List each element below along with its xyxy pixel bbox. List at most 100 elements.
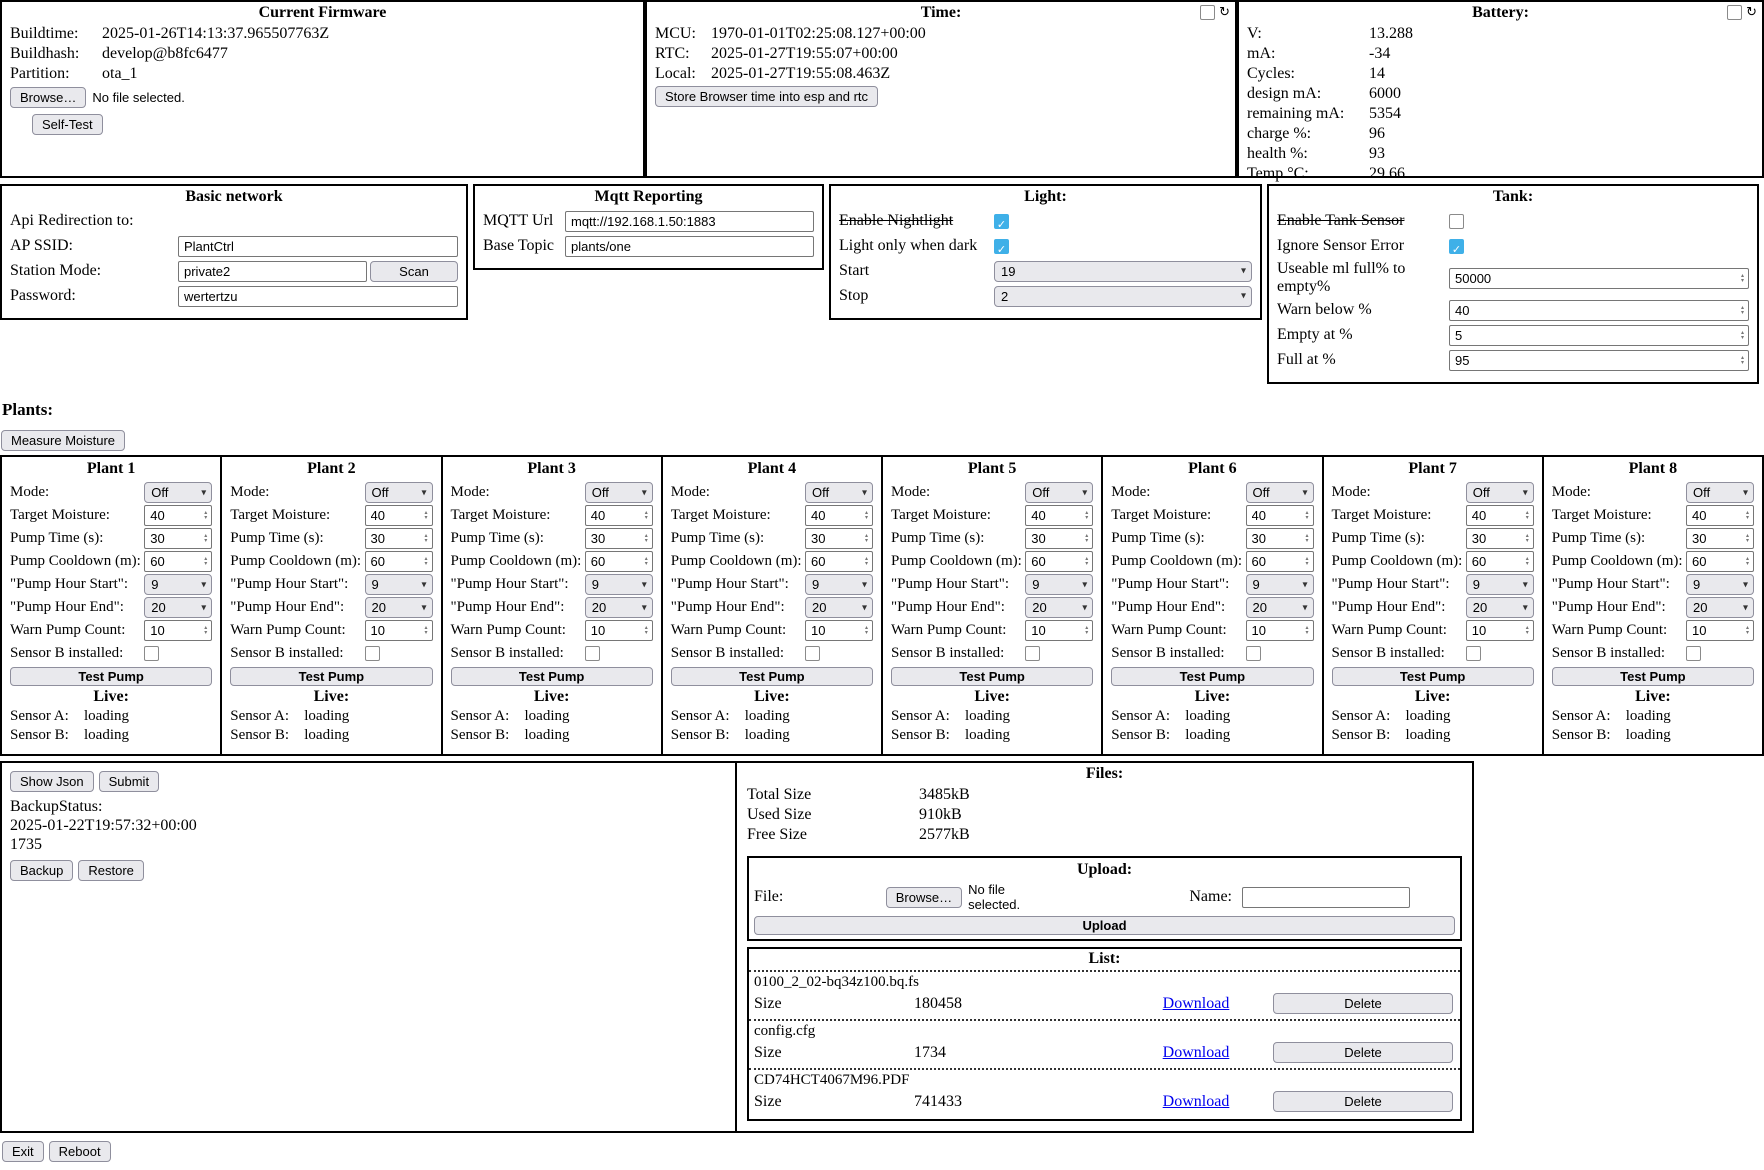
useable-ml-input[interactable] bbox=[1449, 268, 1749, 289]
download-link[interactable]: Download bbox=[1163, 1093, 1230, 1110]
sensor-b-installed-checkbox[interactable] bbox=[1025, 646, 1040, 661]
sensor-b-installed-checkbox[interactable] bbox=[585, 646, 600, 661]
measure-moisture-button[interactable]: Measure Moisture bbox=[1, 430, 125, 451]
firmware-browse-button[interactable]: Browse… bbox=[10, 87, 86, 108]
store-browser-time-button[interactable]: Store Browser time into esp and rtc bbox=[655, 86, 878, 107]
warn-pump-count-input[interactable] bbox=[1246, 620, 1314, 641]
pump-hour-start-select[interactable]: 9 bbox=[805, 574, 873, 595]
show-json-button[interactable]: Show Json bbox=[10, 771, 94, 792]
upload-button[interactable]: Upload bbox=[754, 916, 1455, 935]
sensor-b-installed-checkbox[interactable] bbox=[1686, 646, 1701, 661]
warn-pump-count-input[interactable] bbox=[805, 620, 873, 641]
delete-button[interactable]: Delete bbox=[1273, 993, 1453, 1014]
pump-time-input[interactable] bbox=[144, 528, 212, 549]
mode-select[interactable]: Off bbox=[585, 482, 653, 503]
test-pump-button[interactable]: Test Pump bbox=[1552, 667, 1754, 686]
sensor-b-installed-checkbox[interactable] bbox=[1466, 646, 1481, 661]
pump-hour-start-select[interactable]: 9 bbox=[1686, 574, 1754, 595]
pump-hour-end-select[interactable]: 20 bbox=[365, 597, 433, 618]
mode-select[interactable]: Off bbox=[1466, 482, 1534, 503]
target-moisture-input[interactable] bbox=[585, 505, 653, 526]
pump-hour-end-select[interactable]: 20 bbox=[1246, 597, 1314, 618]
restore-button[interactable]: Restore bbox=[78, 860, 144, 881]
target-moisture-input[interactable] bbox=[1246, 505, 1314, 526]
light-start-select[interactable]: 19 bbox=[994, 261, 1252, 282]
pump-hour-end-select[interactable]: 20 bbox=[805, 597, 873, 618]
target-moisture-input[interactable] bbox=[1025, 505, 1093, 526]
pump-hour-start-select[interactable]: 9 bbox=[144, 574, 212, 595]
pump-time-input[interactable] bbox=[805, 528, 873, 549]
warn-below-input[interactable] bbox=[1449, 300, 1749, 321]
pump-cooldown-input[interactable] bbox=[1025, 551, 1093, 572]
time-auto-refresh-checkbox[interactable] bbox=[1200, 5, 1215, 20]
light-only-dark-checkbox[interactable] bbox=[994, 239, 1009, 254]
delete-button[interactable]: Delete bbox=[1273, 1091, 1453, 1112]
sensor-b-installed-checkbox[interactable] bbox=[365, 646, 380, 661]
mode-select[interactable]: Off bbox=[1025, 482, 1093, 503]
pump-cooldown-input[interactable] bbox=[1466, 551, 1534, 572]
ap-ssid-input[interactable] bbox=[178, 236, 458, 257]
pump-hour-end-select[interactable]: 20 bbox=[1686, 597, 1754, 618]
station-ssid-input[interactable] bbox=[178, 261, 367, 282]
target-moisture-input[interactable] bbox=[144, 505, 212, 526]
test-pump-button[interactable]: Test Pump bbox=[230, 667, 432, 686]
mode-select[interactable]: Off bbox=[144, 482, 212, 503]
target-moisture-input[interactable] bbox=[365, 505, 433, 526]
test-pump-button[interactable]: Test Pump bbox=[671, 667, 873, 686]
target-moisture-input[interactable] bbox=[1686, 505, 1754, 526]
password-input[interactable] bbox=[178, 286, 458, 307]
mode-select[interactable]: Off bbox=[805, 482, 873, 503]
self-test-button[interactable]: Self-Test bbox=[32, 114, 103, 135]
sensor-b-installed-checkbox[interactable] bbox=[144, 646, 159, 661]
light-stop-select[interactable]: 2 bbox=[994, 286, 1252, 307]
test-pump-button[interactable]: Test Pump bbox=[10, 667, 212, 686]
pump-time-input[interactable] bbox=[365, 528, 433, 549]
full-at-input[interactable] bbox=[1449, 350, 1749, 371]
mode-select[interactable]: Off bbox=[365, 482, 433, 503]
exit-button[interactable]: Exit bbox=[2, 1141, 44, 1162]
test-pump-button[interactable]: Test Pump bbox=[451, 667, 653, 686]
test-pump-button[interactable]: Test Pump bbox=[1332, 667, 1534, 686]
warn-pump-count-input[interactable] bbox=[365, 620, 433, 641]
pump-hour-start-select[interactable]: 9 bbox=[1025, 574, 1093, 595]
refresh-icon[interactable]: ↻ bbox=[1746, 6, 1757, 19]
delete-button[interactable]: Delete bbox=[1273, 1042, 1453, 1063]
download-link[interactable]: Download bbox=[1163, 1044, 1230, 1061]
pump-time-input[interactable] bbox=[1246, 528, 1314, 549]
mqtt-url-input[interactable] bbox=[565, 211, 814, 232]
pump-cooldown-input[interactable] bbox=[585, 551, 653, 572]
pump-cooldown-input[interactable] bbox=[365, 551, 433, 572]
target-moisture-input[interactable] bbox=[1466, 505, 1534, 526]
reboot-button[interactable]: Reboot bbox=[49, 1141, 111, 1162]
enable-nightlight-checkbox[interactable] bbox=[994, 214, 1009, 229]
submit-button[interactable]: Submit bbox=[99, 771, 159, 792]
pump-hour-start-select[interactable]: 9 bbox=[1466, 574, 1534, 595]
mode-select[interactable]: Off bbox=[1686, 482, 1754, 503]
warn-pump-count-input[interactable] bbox=[1466, 620, 1534, 641]
refresh-icon[interactable]: ↻ bbox=[1219, 6, 1230, 19]
warn-pump-count-input[interactable] bbox=[144, 620, 212, 641]
upload-name-input[interactable] bbox=[1242, 887, 1410, 908]
pump-hour-start-select[interactable]: 9 bbox=[365, 574, 433, 595]
pump-cooldown-input[interactable] bbox=[1686, 551, 1754, 572]
target-moisture-input[interactable] bbox=[805, 505, 873, 526]
pump-time-input[interactable] bbox=[1686, 528, 1754, 549]
pump-time-input[interactable] bbox=[585, 528, 653, 549]
test-pump-button[interactable]: Test Pump bbox=[891, 667, 1093, 686]
download-link[interactable]: Download bbox=[1163, 995, 1230, 1012]
mode-select[interactable]: Off bbox=[1246, 482, 1314, 503]
pump-cooldown-input[interactable] bbox=[805, 551, 873, 572]
sensor-b-installed-checkbox[interactable] bbox=[1246, 646, 1261, 661]
battery-auto-refresh-checkbox[interactable] bbox=[1727, 5, 1742, 20]
pump-cooldown-input[interactable] bbox=[144, 551, 212, 572]
pump-hour-end-select[interactable]: 20 bbox=[1025, 597, 1093, 618]
scan-button[interactable]: Scan bbox=[370, 261, 458, 282]
pump-hour-start-select[interactable]: 9 bbox=[585, 574, 653, 595]
test-pump-button[interactable]: Test Pump bbox=[1111, 667, 1313, 686]
pump-hour-end-select[interactable]: 20 bbox=[144, 597, 212, 618]
pump-hour-end-select[interactable]: 20 bbox=[1466, 597, 1534, 618]
pump-time-input[interactable] bbox=[1466, 528, 1534, 549]
ignore-sensor-error-checkbox[interactable] bbox=[1449, 239, 1464, 254]
base-topic-input[interactable] bbox=[565, 236, 814, 257]
warn-pump-count-input[interactable] bbox=[585, 620, 653, 641]
